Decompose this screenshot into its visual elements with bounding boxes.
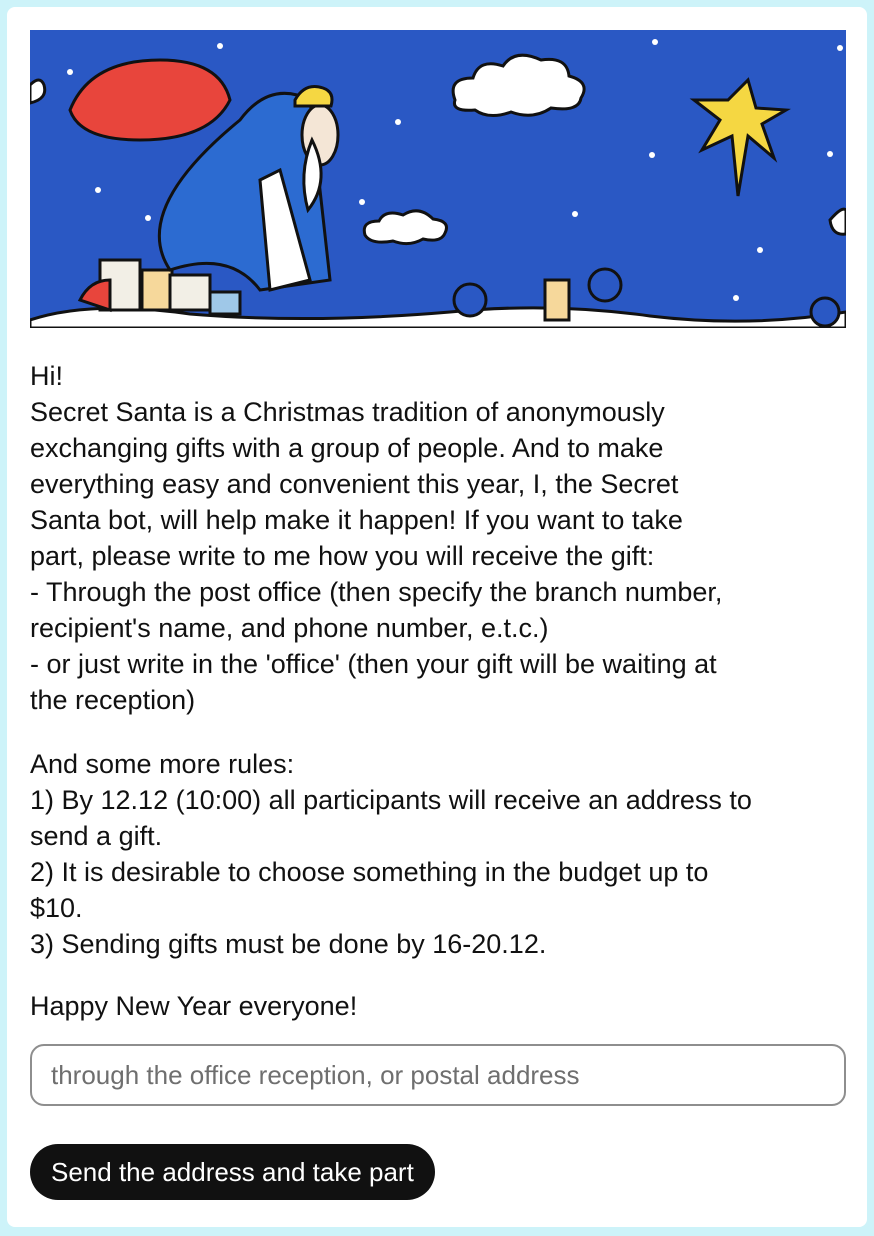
- rule-line: 3) Sending gifts must be done by 16-20.1…: [30, 929, 547, 959]
- rule-line: 2) It is desirable to choose something i…: [30, 857, 709, 887]
- intro-line: - Through the post office (then specify …: [30, 577, 723, 607]
- intro-line: everything easy and convenient this year…: [30, 469, 679, 499]
- greeting-text: Hi!: [30, 361, 63, 391]
- rule-line: $10.: [30, 893, 83, 923]
- rules-title: And some more rules:: [30, 749, 295, 779]
- rule-line: 1) By 12.12 (10:00) all participants wil…: [30, 785, 752, 815]
- banner-illustration: [30, 30, 846, 328]
- rule-line: send a gift.: [30, 821, 163, 851]
- address-input[interactable]: [30, 1044, 846, 1106]
- intro-line: recipient's name, and phone number, e.t.…: [30, 613, 549, 643]
- intro-line: exchanging gifts with a group of people.…: [30, 433, 664, 463]
- message-card: Hi! Secret Santa is a Christmas traditio…: [7, 7, 867, 1227]
- intro-line: Santa bot, will help make it happen! If …: [30, 505, 683, 535]
- intro-line: - or just write in the 'office' (then yo…: [30, 649, 717, 679]
- closing-text: Happy New Year everyone!: [30, 991, 358, 1021]
- intro-line: Secret Santa is a Christmas tradition of…: [30, 397, 665, 427]
- submit-address-button[interactable]: Send the address and take part: [30, 1144, 435, 1200]
- intro-line: part, please write to me how you will re…: [30, 541, 655, 571]
- intro-line: the reception): [30, 685, 196, 715]
- message-text: Hi! Secret Santa is a Christmas traditio…: [30, 358, 850, 1024]
